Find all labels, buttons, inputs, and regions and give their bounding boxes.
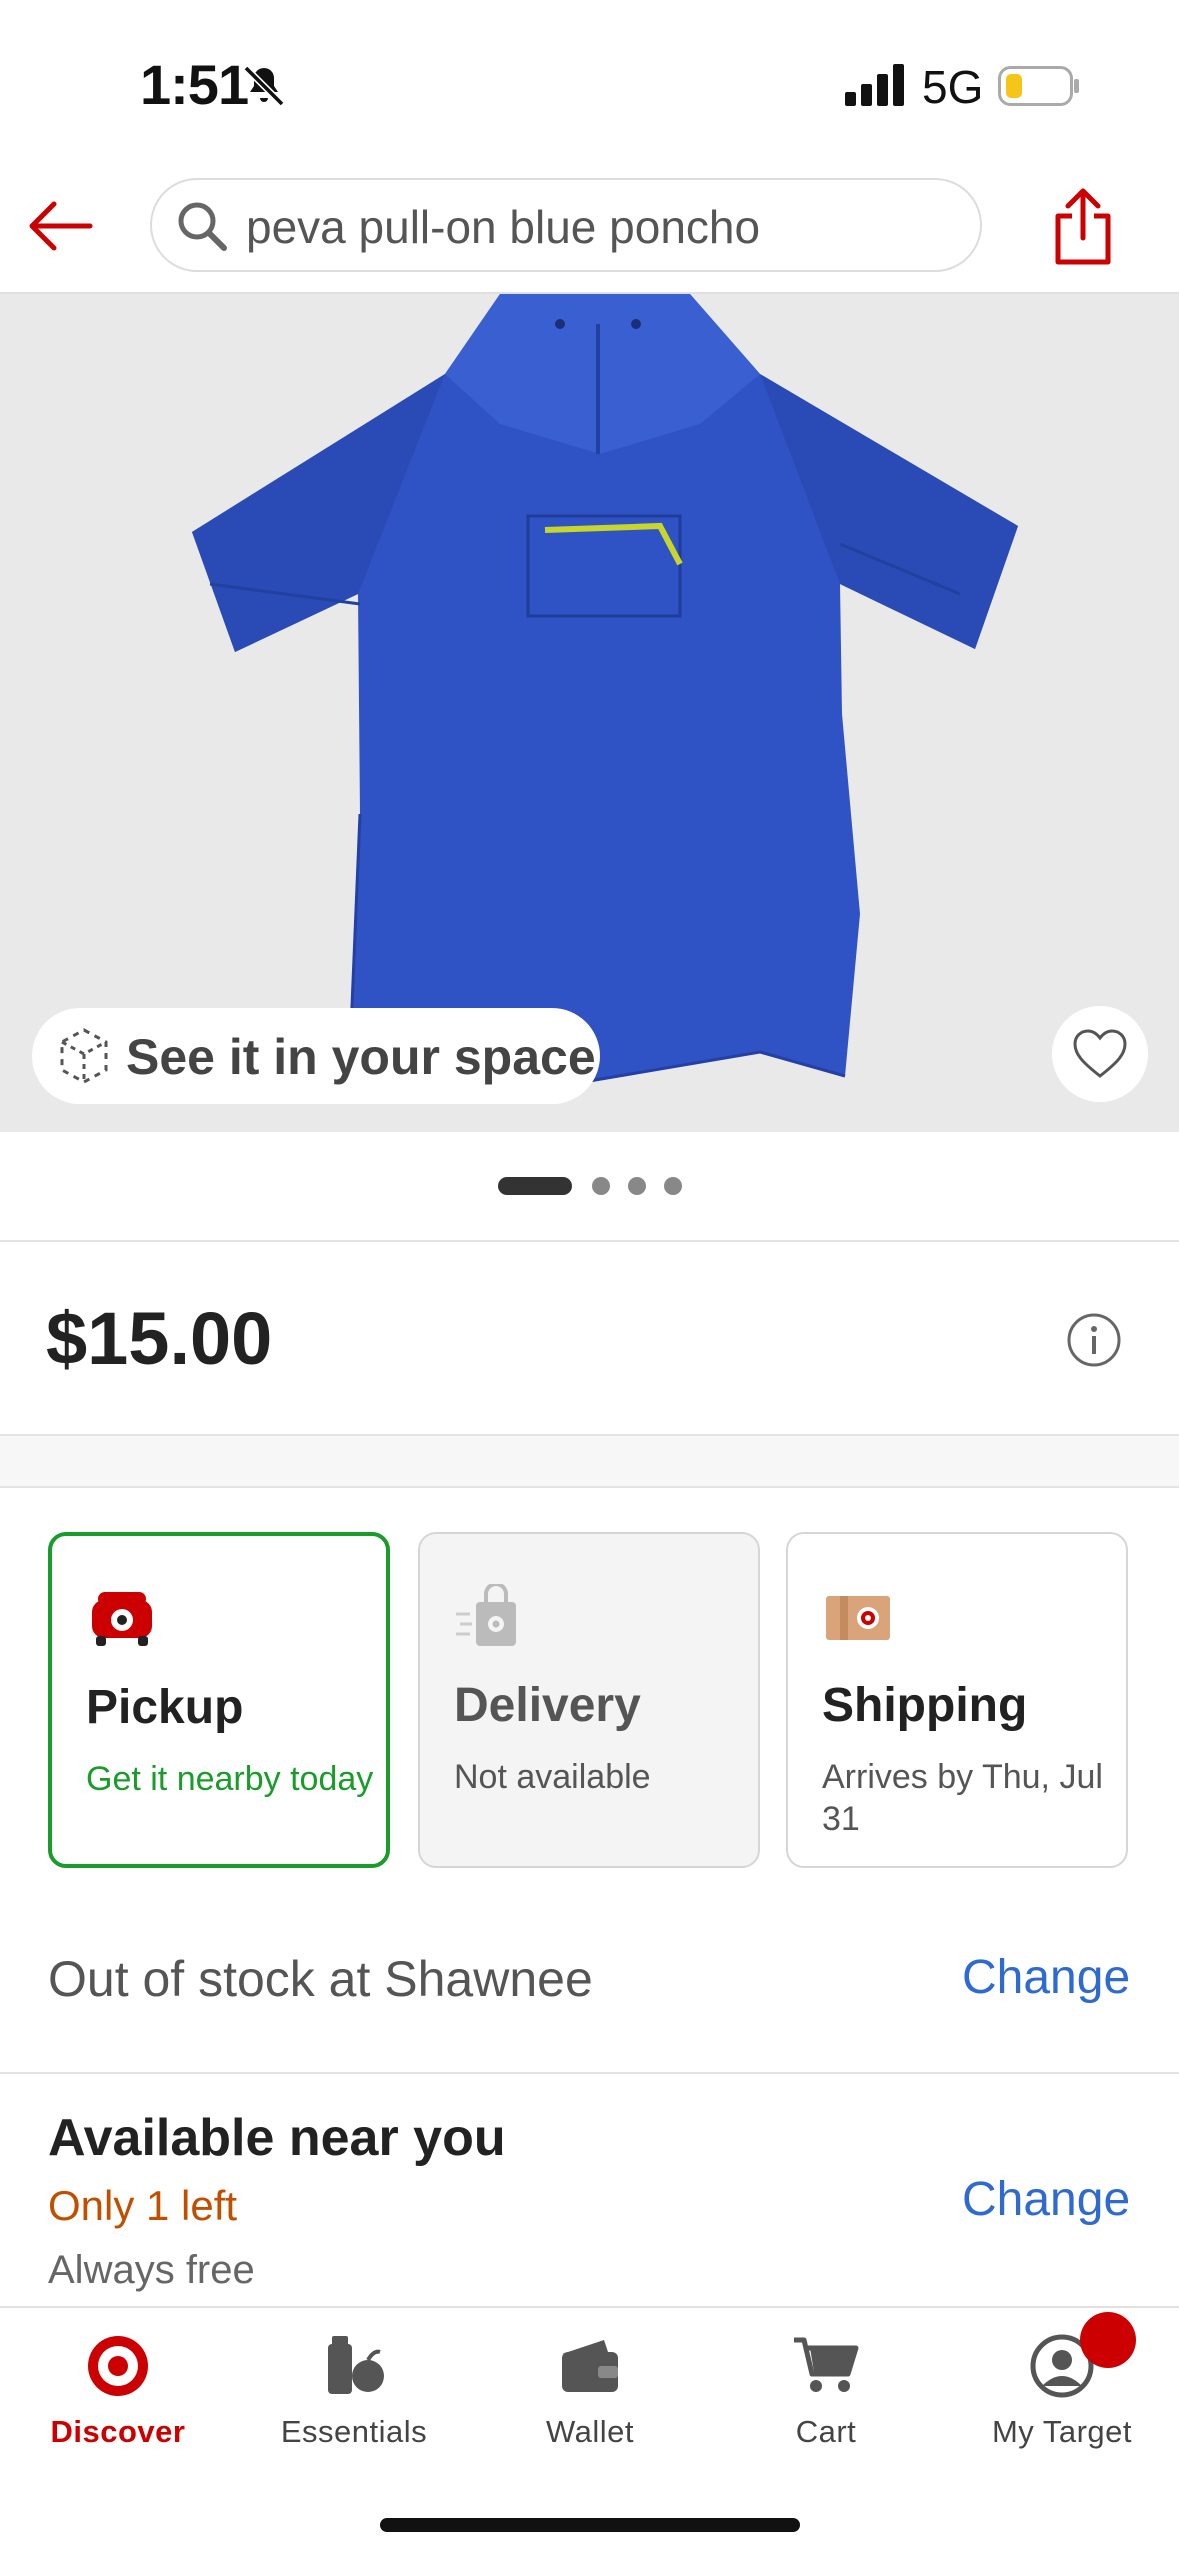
see-in-space-label: See it in your space (126, 1029, 596, 1085)
see-in-space-button[interactable]: See it in your space (32, 1008, 600, 1104)
cellular-signal-icon (845, 64, 904, 106)
bullseye-icon (88, 2336, 148, 2396)
notification-badge (1080, 2312, 1136, 2368)
tab-discover-label: Discover (50, 2414, 186, 2449)
delivery-subtitle: Not available (454, 1758, 651, 1796)
back-arrow-icon[interactable] (24, 190, 96, 262)
heart-icon (1073, 1029, 1127, 1078)
ar-cube-icon (60, 1028, 108, 1084)
pickup-title: Pickup (86, 1681, 244, 1734)
fulfillment-card-delivery[interactable]: Delivery Not available (418, 1532, 760, 1868)
tab-discover[interactable]: Discover (0, 2308, 236, 2488)
battery-icon (998, 66, 1079, 106)
bell-muted-icon (243, 65, 285, 107)
tab-essentials-label: Essentials (280, 2414, 428, 2449)
available-near-title: Available near you (48, 2109, 506, 2167)
status-time: 1:51 (140, 53, 249, 116)
home-indicator[interactable] (380, 2518, 800, 2532)
divider (0, 2072, 1179, 2074)
pickup-subtitle: Get it nearby today (86, 1760, 374, 1798)
tab-cart-label: Cart (795, 2414, 857, 2449)
pickup-car-icon (92, 1592, 152, 1646)
favorite-button[interactable] (1052, 1006, 1148, 1102)
search-icon (178, 202, 227, 251)
change-nearby-link[interactable]: Change (962, 2172, 1130, 2227)
delivery-title: Delivery (454, 1679, 641, 1732)
tab-essentials[interactable]: Essentials (236, 2308, 472, 2488)
carousel-dot[interactable] (664, 1177, 682, 1195)
change-store-link[interactable]: Change (962, 1950, 1130, 2005)
cart-icon (794, 2337, 859, 2392)
fulfillment-card-pickup[interactable]: Pickup Get it nearby today (48, 1532, 390, 1868)
wallet-icon (562, 2340, 618, 2392)
network-label: 5G (922, 61, 984, 113)
search-bar[interactable]: peva pull-on blue poncho (150, 178, 982, 272)
carousel-dot[interactable] (628, 1177, 646, 1195)
tab-wallet[interactable]: Wallet (472, 2308, 708, 2488)
delivery-bag-icon (456, 1584, 516, 1646)
section-gap (0, 1434, 1179, 1488)
tab-my-target-label: My Target (991, 2414, 1133, 2449)
tab-cart[interactable]: Cart (708, 2308, 944, 2488)
shipping-subtitle: Arrives by Thu, Jul 31 (822, 1758, 1103, 1838)
tab-my-target[interactable]: My Target (944, 2308, 1179, 2488)
always-free-note: Always free (48, 2248, 255, 2292)
fulfillment-card-shipping[interactable]: Shipping Arrives by Thu, Jul 31 (786, 1532, 1128, 1868)
product-price: $15.00 (46, 1297, 273, 1380)
poncho-illustration (0, 294, 1179, 1132)
stock-count: Only 1 left (48, 2182, 238, 2229)
product-image[interactable] (0, 292, 1179, 1132)
store-stock-status: Out of stock at Shawnee (48, 1951, 593, 2007)
essentials-icon (328, 2336, 384, 2394)
shipping-box-icon (826, 1596, 890, 1640)
shipping-title: Shipping (822, 1679, 1028, 1732)
carousel-dot[interactable] (592, 1177, 610, 1195)
tab-wallet-label: Wallet (546, 2414, 634, 2449)
divider (0, 1240, 1179, 1242)
share-icon[interactable] (1050, 186, 1116, 268)
info-icon[interactable] (1066, 1312, 1122, 1368)
carousel-dot-active[interactable] (498, 1177, 572, 1195)
search-input[interactable]: peva pull-on blue poncho (246, 200, 760, 254)
